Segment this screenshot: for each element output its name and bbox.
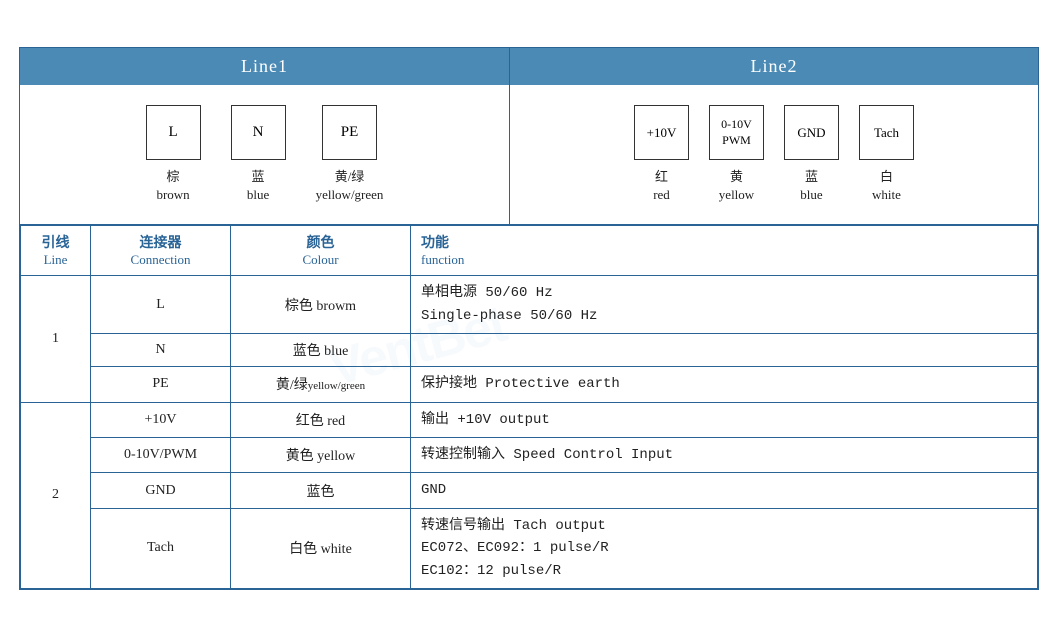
td-func-PWM: 转速控制输入 Speed Control Input [411, 437, 1038, 472]
table-wrapper: 引线 Line 连接器 Connection 颜色 Colour 功能 func… [20, 225, 1038, 589]
td-conn-PE: PE [91, 367, 231, 402]
connector-label-10V: 红red [653, 168, 670, 204]
td-func-10V: 输出 +10V output [411, 402, 1038, 437]
table-row-2-PWM: 0-10V/PWM 黄色 yellow 转速控制输入 Speed Control… [21, 437, 1038, 472]
connector-GND: GND 蓝blue [784, 105, 839, 204]
connector-10V: +10V 红red [634, 105, 689, 204]
connector-L: L 棕brown [146, 105, 201, 204]
header-line1: Line1 [20, 48, 510, 85]
td-color-L: 棕色 browm [231, 276, 411, 334]
connector-box-L: L [146, 105, 201, 160]
table-row-1-N: N 蓝色 blue [21, 334, 1038, 367]
td-func-L: 单相电源 50/60 Hz Single-phase 50/60 Hz [411, 276, 1038, 334]
connector-box-GND: GND [784, 105, 839, 160]
header-row: Line1 Line2 [20, 48, 1038, 85]
td-color-PE: 黄/绿yellow/green [231, 367, 411, 402]
td-func-Tach: 转速信号输出 Tach output EC072、EC092：1 pulse/R… [411, 508, 1038, 588]
table-row-2-Tach: Tach 白色 white 转速信号输出 Tach output EC072、E… [21, 508, 1038, 588]
th-color-zh: 颜色 [307, 236, 335, 251]
connector-Tach: Tach 白white [859, 105, 914, 204]
td-conn-Tach: Tach [91, 508, 231, 588]
connector-box-10V: +10V [634, 105, 689, 160]
table-row-2-10V: 2 +10V 红色 red 输出 +10V output [21, 402, 1038, 437]
connector-label-GND: 蓝blue [800, 168, 822, 204]
th-func-en: function [421, 252, 464, 267]
td-func-GND: GND [411, 473, 1038, 508]
header-line2: Line2 [510, 48, 1038, 85]
td-conn-L: L [91, 276, 231, 334]
td-conn-10V: +10V [91, 402, 231, 437]
td-conn-PWM: 0-10V/PWM [91, 437, 231, 472]
td-func-PE: 保护接地 Protective earth [411, 367, 1038, 402]
td-func-N [411, 334, 1038, 367]
connector-label-PE: 黄/绿yellow/green [316, 168, 384, 204]
td-line-2: 2 [21, 402, 91, 588]
connector-label-PWM: 黄yellow [719, 168, 754, 204]
table-row-1-L: 1 L 棕色 browm 单相电源 50/60 Hz Single-phase … [21, 276, 1038, 334]
td-color-10V: 红色 red [231, 402, 411, 437]
td-conn-GND: GND [91, 473, 231, 508]
data-table: 引线 Line 连接器 Connection 颜色 Colour 功能 func… [20, 225, 1038, 589]
td-line-1: 1 [21, 276, 91, 402]
connector-PWM: 0-10VPWM 黄yellow [709, 105, 764, 204]
connector-box-PWM: 0-10VPWM [709, 105, 764, 160]
connector-PE: PE 黄/绿yellow/green [316, 105, 384, 204]
diagram-row: L 棕brown N 蓝blue PE 黄/绿yellow/green +10V… [20, 85, 1038, 225]
td-color-N: 蓝色 blue [231, 334, 411, 367]
table-row-1-PE: PE 黄/绿yellow/green 保护接地 Protective earth [21, 367, 1038, 402]
connector-box-Tach: Tach [859, 105, 914, 160]
td-conn-N: N [91, 334, 231, 367]
th-color: 颜色 Colour [231, 226, 411, 276]
diagram-line1: L 棕brown N 蓝blue PE 黄/绿yellow/green [20, 85, 510, 224]
table-row-2-GND: GND 蓝色 GND [21, 473, 1038, 508]
connector-label-L: 棕brown [156, 168, 189, 204]
th-func-zh: 功能 [421, 236, 449, 251]
table-header-row: 引线 Line 连接器 Connection 颜色 Colour 功能 func… [21, 226, 1038, 276]
th-line: 引线 Line [21, 226, 91, 276]
connector-box-N: N [231, 105, 286, 160]
th-line-en: Line [44, 252, 68, 267]
th-conn-zh: 连接器 [140, 236, 182, 251]
main-container: Line1 Line2 L 棕brown N 蓝blue PE 黄/绿yello… [19, 47, 1039, 590]
td-color-Tach: 白色 white [231, 508, 411, 588]
connector-label-Tach: 白white [872, 168, 901, 204]
connector-N: N 蓝blue [231, 105, 286, 204]
connector-box-PE: PE [322, 105, 377, 160]
th-func: 功能 function [411, 226, 1038, 276]
connector-label-N: 蓝blue [247, 168, 269, 204]
diagram-line2: +10V 红red 0-10VPWM 黄yellow GND 蓝blue Tac… [510, 85, 1038, 224]
th-conn: 连接器 Connection [91, 226, 231, 276]
td-color-PWM: 黄色 yellow [231, 437, 411, 472]
td-color-GND: 蓝色 [231, 473, 411, 508]
th-line-zh: 引线 [42, 236, 70, 251]
th-conn-en: Connection [131, 252, 191, 267]
th-color-en: Colour [302, 252, 338, 267]
